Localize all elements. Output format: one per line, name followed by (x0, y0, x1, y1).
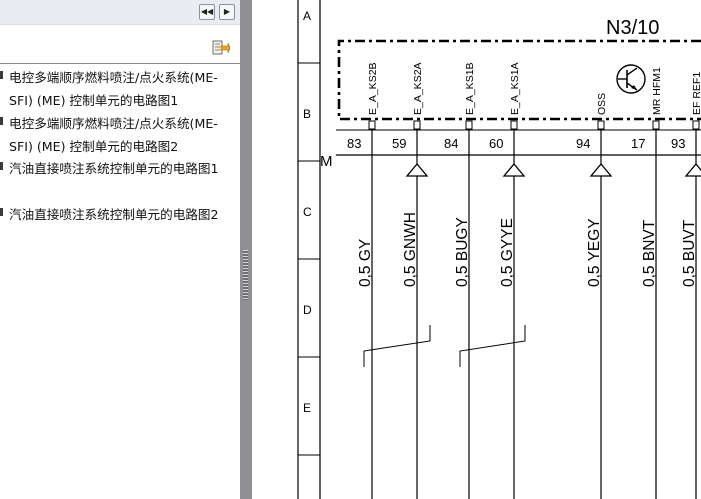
pin-name: MR HFM1 (651, 67, 663, 115)
pin-number: 60 (489, 136, 503, 151)
pin: E_A_KS1A 60 0,5 GYYE (489, 62, 526, 499)
pin-name: E_A_KS2A (412, 62, 424, 115)
wire-label: 0,5 GNWH (402, 212, 419, 287)
pin-number: 59 (392, 136, 406, 151)
bookmark-item[interactable]: 汽油直接喷注系统控制单元的电路图2 (0, 203, 240, 249)
panel-header: ◀◀ ▶ (0, 0, 240, 25)
pin-number: 93 (671, 136, 685, 151)
row-label: E (303, 401, 311, 415)
wire-label: 0,5 BUVT (681, 219, 698, 287)
collapse-panel-button[interactable]: ◀◀ (199, 4, 215, 20)
bookmark-toolbar (0, 25, 240, 64)
pin-name: OSS (596, 93, 608, 115)
splitter-grip[interactable] (243, 250, 248, 300)
next-panel-button[interactable]: ▶ (219, 4, 235, 20)
pin-name: EF REF1 (691, 72, 701, 115)
transistor-icon (616, 64, 646, 94)
row-label: A (303, 9, 311, 23)
wire-label: 0,5 YEGY (586, 218, 603, 287)
row-label: B (303, 107, 311, 121)
pin-terminal (652, 120, 660, 130)
pin-terminal (368, 120, 376, 130)
pin-terminal (413, 120, 421, 130)
bookmark-label: 汽油直接喷注系统控制单元的电路图1 (9, 161, 219, 176)
wire-label: 0,5 GYYE (499, 218, 516, 287)
pin: EF REF1 93 0,5 BUVT (671, 72, 701, 499)
pin-name: E_A_KS1B (464, 62, 476, 115)
signal-arrow (684, 162, 701, 177)
bookmark-list: 电控多端顺序燃料喷注/点火系统(ME-SFI) (ME) 控制单元的电路图1 电… (0, 66, 240, 249)
component-name: N3/10 (606, 17, 659, 39)
pin-terminal (597, 120, 605, 130)
bookmarks-panel: ◀◀ ▶ 电控多端顺序燃料喷注/点火系统(ME-SFI) (ME) 控制单元的电… (0, 0, 240, 499)
pin-number: 94 (576, 136, 590, 151)
bookmark-label: 电控多端顺序燃料喷注/点火系统(ME-SFI) (ME) 控制单元的电路图1 (9, 70, 218, 108)
pin-number: 84 (444, 136, 458, 151)
bookmark-marker (0, 71, 3, 79)
row-label: C (303, 205, 312, 219)
bookmark-marker (0, 117, 3, 125)
document-view[interactable]: A B C D E N3/10 M E_A_KS2B 83 0,5 GY E_A_KS… (252, 0, 701, 499)
pin: MR HFM1 17 0,5 BNVT (631, 67, 663, 499)
pin: E_A_KS2B 83 0,5 GY (347, 62, 379, 499)
pin: E_A_KS1B 84 0,5 BUGY (444, 62, 476, 499)
wire-label: 0,5 BUGY (454, 217, 471, 287)
bookmark-options-icon[interactable] (212, 40, 230, 56)
row-label: D (303, 303, 312, 317)
bookmark-marker (0, 162, 3, 170)
pin: E_A_KS2A 59 0,5 GNWH (392, 62, 429, 499)
connector-label: M (320, 153, 333, 170)
wire-label: 0,5 GY (357, 239, 374, 287)
panel-splitter[interactable] (240, 0, 252, 499)
pin-group: E_A_KS2B830,5 GYE_A_KS2A590,5 GNWHE_A_KS… (347, 62, 701, 499)
bookmark-item[interactable]: 电控多端顺序燃料喷注/点火系统(ME-SFI) (ME) 控制单元的电路图2 (0, 112, 240, 157)
wire-label: 0,5 BNVT (641, 219, 658, 287)
pin: OSS 94 0,5 YEGY (576, 93, 613, 499)
bookmark-marker (0, 208, 3, 216)
bookmark-item[interactable]: 电控多端顺序燃料喷注/点火系统(ME-SFI) (ME) 控制单元的电路图1 (0, 66, 240, 112)
signal-arrow (589, 162, 613, 177)
bookmark-label: 汽油直接喷注系统控制单元的电路图2 (9, 207, 219, 222)
signal-arrow (405, 162, 429, 177)
pin-name: E_A_KS2B (367, 62, 379, 115)
wiring-diagram: A B C D E N3/10 M E_A_KS2B830,5 GYE_A_KS… (297, 0, 701, 499)
pin-terminal (510, 120, 518, 130)
bookmark-item[interactable]: 汽油直接喷注系统控制单元的电路图1 (0, 157, 240, 203)
pin-number: 83 (347, 136, 361, 151)
pin-terminal (692, 120, 700, 130)
pin-number: 17 (631, 136, 645, 151)
signal-arrow (502, 162, 526, 177)
pin-name: E_A_KS1A (509, 62, 521, 115)
bookmark-label: 电控多端顺序燃料喷注/点火系统(ME-SFI) (ME) 控制单元的电路图2 (9, 116, 218, 154)
pin-terminal (465, 120, 473, 130)
